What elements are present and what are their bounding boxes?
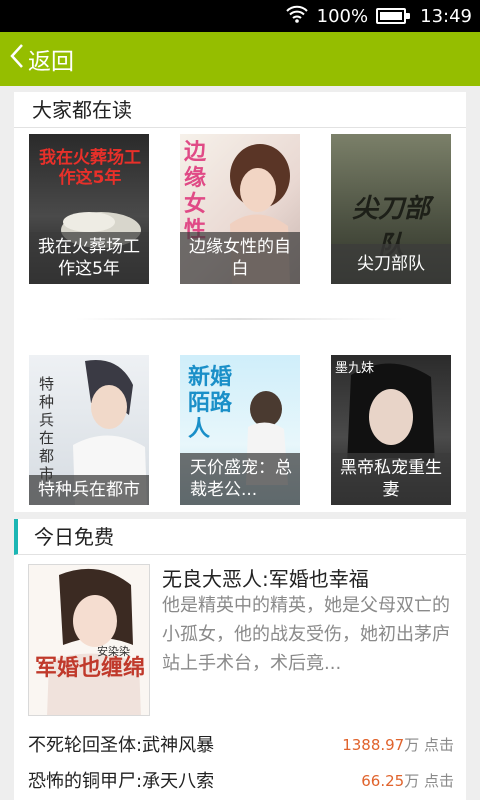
book-card[interactable]: 特种兵在都市 特种兵在都市 — [29, 355, 149, 505]
cover-title: 边缘女性 — [184, 140, 207, 243]
book-caption: 尖刀部队 — [331, 244, 451, 284]
list-item-stat: 1388.97万 点击 — [342, 734, 454, 755]
battery-percent: 100% — [316, 5, 369, 27]
section-title: 大家都在读 — [14, 92, 466, 128]
list-item-stat: 66.25万 点击 — [361, 770, 454, 791]
battery-icon — [376, 8, 411, 24]
list-item[interactable]: 不死轮回圣体:武神风暴 1388.97万 点击 — [28, 727, 454, 757]
cover-title: 军婚也缠绵 — [35, 656, 146, 681]
book-card[interactable]: 尖刀部队 尖刀部队 — [331, 134, 451, 284]
status-bar: 100% 13:49 — [0, 0, 480, 32]
featured-book-cover[interactable]: 安染染 军婚也缠绵 — [28, 564, 150, 716]
click-count: 1388.97 — [342, 736, 405, 754]
popular-section: 大家都在读 我在火葬场工作这5年 我在火葬场工作这5年 边缘女性 边缘女性的自白… — [14, 92, 466, 512]
section-title: 今日免费 — [14, 519, 466, 555]
list-item[interactable]: 恐怖的铜甲尸:承天八索 66.25万 点击 — [28, 763, 454, 793]
back-button[interactable]: 返回 — [10, 32, 74, 86]
cover-title: 特种兵在都市 — [39, 375, 55, 483]
free-today-section: 今日免费 安染染 军婚也缠绵 无良大恶人:军婚也幸福 他是精英中的精英，她是父母… — [14, 519, 466, 800]
book-card[interactable]: 新婚陌路人 天价盛宠：总裁老公... — [180, 355, 300, 505]
book-caption: 边缘女性的自白 — [180, 232, 300, 284]
app-header: 返回 — [0, 32, 480, 86]
click-unit: 万 点击 — [404, 736, 454, 754]
book-caption: 天价盛宠：总裁老公... — [180, 453, 300, 505]
book-caption: 我在火葬场工作这5年 — [29, 232, 149, 284]
featured-book-title[interactable]: 无良大恶人:军婚也幸福 — [162, 563, 462, 592]
list-item-title: 恐怖的铜甲尸:承天八索 — [28, 771, 215, 792]
click-count: 66.25 — [361, 772, 405, 790]
book-card[interactable]: 我在火葬场工作这5年 我在火葬场工作这5年 — [29, 134, 149, 284]
book-card[interactable]: 边缘女性 边缘女性的自白 — [180, 134, 300, 284]
clock: 13:49 — [420, 5, 472, 27]
back-label: 返回 — [28, 49, 74, 75]
divider — [74, 318, 404, 320]
click-unit: 万 点击 — [404, 772, 454, 790]
featured-book-description: 他是精英中的精英，她是父母双亡的小孤女，他的战友受伤，她初出茅庐站上手术台，术后… — [162, 595, 450, 674]
chevron-left-icon — [10, 43, 28, 75]
cover-title: 我在火葬场工作这5年 — [39, 148, 141, 188]
book-caption: 特种兵在都市 — [29, 475, 149, 505]
cover-author: 墨九妹 — [335, 361, 375, 376]
cover-title: 新婚陌路人 — [188, 365, 233, 442]
book-card[interactable]: 墨九妹 黑帝私宠重生妻 — [331, 355, 451, 505]
wifi-icon — [285, 5, 309, 28]
list-item-title: 不死轮回圣体:武神风暴 — [28, 735, 215, 756]
book-caption: 黑帝私宠重生妻 — [331, 453, 451, 505]
